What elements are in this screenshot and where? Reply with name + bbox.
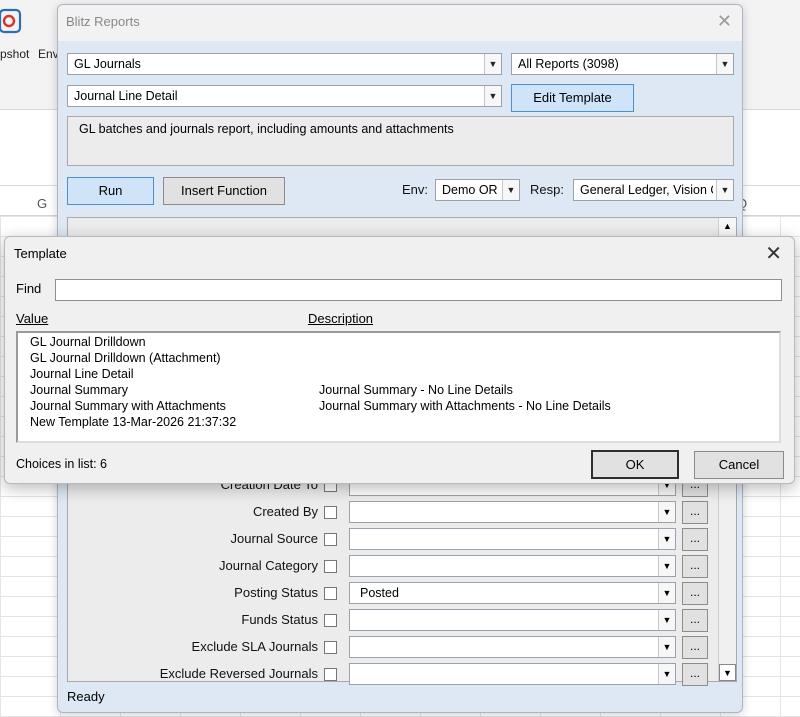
env-ribbon-label[interactable]: Env [38,47,59,61]
report-description: GL batches and journals report, includin… [67,116,734,166]
column-header-g[interactable]: G [37,196,47,211]
template-list[interactable]: GL Journal Drilldown GL Journal Drilldow… [16,331,781,443]
param-label: Posting Status [234,585,318,600]
list-item[interactable]: Journal Summary Journal Summary - No Lin… [18,383,779,399]
chevron-down-icon[interactable]: ▼ [658,502,675,522]
description-column-header[interactable]: Description [308,311,373,326]
param-row: Exclude Reversed Journals ▼ ... [68,663,736,687]
template-combo[interactable]: Journal Line Detail ▼ [67,85,502,107]
chevron-down-icon[interactable]: ▼ [658,556,675,576]
chevron-down-icon[interactable]: ▼ [658,637,675,657]
edit-template-button[interactable]: Edit Template [511,84,634,112]
param-value: Posted [360,586,399,600]
param-value-combo[interactable]: ▼ [349,528,676,550]
chevron-down-icon[interactable]: ▼ [716,180,733,200]
param-checkbox[interactable] [324,506,337,519]
env-combo[interactable]: Demo OR ▼ [435,179,520,201]
param-checkbox[interactable] [324,641,337,654]
param-row: Exclude SLA Journals ▼ ... [68,636,736,660]
param-label: Funds Status [241,612,318,627]
param-value-combo[interactable]: ▼ [349,555,676,577]
resp-combo[interactable]: General Ledger, Vision Op ▼ [573,179,734,201]
param-lov-button[interactable]: ... [682,582,708,605]
param-label: Exclude Reversed Journals [159,666,318,681]
param-label: Journal Source [230,531,318,546]
param-checkbox[interactable] [324,533,337,546]
item-value: Journal Summary with Attachments [30,399,226,413]
resp-combo-value: General Ledger, Vision Op [580,183,713,197]
param-value-combo[interactable]: ▼ [349,501,676,523]
item-description: Journal Summary with Attachments - No Li… [319,399,611,413]
param-lov-button[interactable]: ... [682,528,708,551]
env-combo-value: Demo OR [442,183,498,197]
run-button[interactable]: Run [67,177,154,205]
param-checkbox[interactable] [324,668,337,681]
param-row: Created By ▼ ... [68,501,736,525]
chevron-down-icon[interactable]: ▼ [484,54,501,74]
param-label: Journal Category [219,558,318,573]
item-value: GL Journal Drilldown [30,335,146,349]
item-value: Journal Summary [30,383,128,397]
param-lov-button[interactable]: ... [682,555,708,578]
status-text: Ready [67,689,105,704]
param-checkbox[interactable] [324,587,337,600]
blitz-title: Blitz Reports [66,14,140,29]
param-row: Funds Status ▼ ... [68,609,736,633]
param-label: Exclude SLA Journals [191,639,318,654]
insert-function-button[interactable]: Insert Function [163,177,285,205]
param-checkbox[interactable] [324,560,337,573]
param-label: Created By [252,504,318,519]
param-lov-button[interactable]: ... [682,636,708,659]
close-icon[interactable]: ✕ [765,241,782,266]
param-row: Journal Category ▼ ... [68,555,736,579]
list-item[interactable]: Journal Summary with Attachments Journal… [18,399,779,415]
chevron-down-icon[interactable]: ▼ [658,529,675,549]
param-row: Journal Source ▼ ... [68,528,736,552]
item-value: Journal Line Detail [30,367,134,381]
chevron-down-icon[interactable]: ▼ [658,583,675,603]
cancel-button[interactable]: Cancel [694,451,784,479]
ok-button[interactable]: OK [591,450,679,479]
item-description: Journal Summary - No Line Details [319,383,513,397]
item-value: GL Journal Drilldown (Attachment) [30,351,221,365]
param-value-combo[interactable]: ▼ [349,663,676,685]
list-item[interactable]: GL Journal Drilldown (Attachment) [18,351,779,367]
blitz-titlebar: Blitz Reports ✕ [58,5,742,41]
choices-count: Choices in list: 6 [16,457,108,471]
template-dialog: Template ✕ Find Value Description GL Jou… [4,236,795,484]
dialog-title: Template [14,246,67,261]
param-value-combo[interactable]: ▼ [349,609,676,631]
category-combo[interactable]: All Reports (3098) ▼ [511,53,734,75]
resp-label: Resp: [530,182,564,197]
param-lov-button[interactable]: ... [682,501,708,524]
chevron-down-icon[interactable]: ▼ [484,86,501,106]
param-lov-button[interactable]: ... [682,663,708,686]
find-input[interactable] [55,279,782,301]
param-row: Posting Status Posted ▼ ... [68,582,736,606]
env-label: Env: [402,182,429,197]
param-lov-button[interactable]: ... [682,609,708,632]
scroll-up-icon[interactable]: ▲ [719,218,736,235]
close-icon[interactable]: ✕ [717,11,732,32]
param-value-combo[interactable]: Posted ▼ [349,582,676,604]
item-value: New Template 13-Mar-2026 21:37:32 [30,415,237,429]
param-checkbox[interactable] [324,614,337,627]
report-combo[interactable]: GL Journals ▼ [67,53,502,75]
chevron-down-icon[interactable]: ▼ [502,180,519,200]
param-value-combo[interactable]: ▼ [349,636,676,658]
snapshot-label[interactable]: pshot [0,47,29,61]
find-label: Find [16,281,42,296]
category-combo-value: All Reports (3098) [518,57,619,71]
report-combo-value: GL Journals [74,57,141,71]
template-combo-value: Journal Line Detail [74,89,178,103]
chevron-down-icon[interactable]: ▼ [716,54,733,74]
chevron-down-icon[interactable]: ▼ [658,610,675,630]
scroll-down-icon[interactable]: ▼ [719,664,736,681]
list-item[interactable]: Journal Line Detail [18,367,779,383]
list-item[interactable]: New Template 13-Mar-2026 21:37:32 [18,415,779,431]
value-column-header[interactable]: Value [16,311,48,326]
snapshot-icon[interactable] [0,8,22,42]
list-item[interactable]: GL Journal Drilldown [18,335,779,351]
chevron-down-icon[interactable]: ▼ [658,664,675,684]
